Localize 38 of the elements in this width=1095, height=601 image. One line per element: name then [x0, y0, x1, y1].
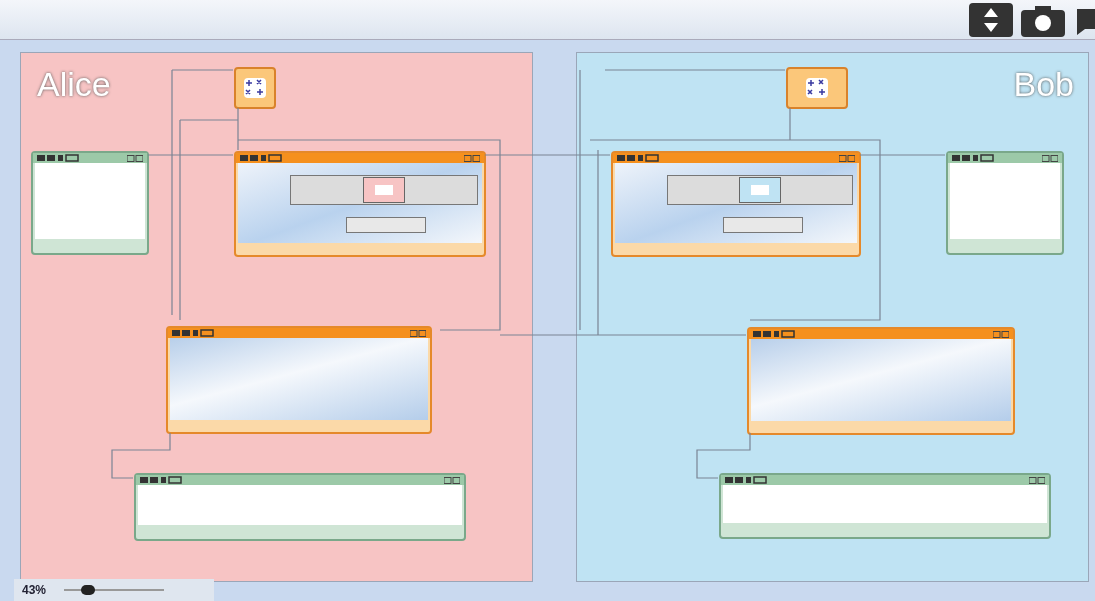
lane-title: Bob: [1013, 65, 1074, 103]
window-controls-icon[interactable]: [839, 154, 855, 162]
window-controls-icon[interactable]: [444, 476, 460, 484]
node-toolbar-icons[interactable]: [37, 154, 81, 162]
display-node[interactable]: [719, 473, 1051, 539]
window-controls-icon[interactable]: [1042, 154, 1058, 162]
zoom-level: 43%: [22, 582, 47, 599]
lane-title: Alice: [37, 65, 111, 103]
view-node[interactable]: [166, 326, 432, 434]
window-controls-icon[interactable]: [410, 329, 426, 337]
form-field[interactable]: [723, 217, 803, 233]
display-node[interactable]: [134, 473, 466, 541]
move-icon: [244, 78, 266, 98]
node-toolbar-icons[interactable]: [617, 154, 661, 162]
window-controls-icon[interactable]: [464, 154, 480, 162]
form-field[interactable]: [290, 175, 478, 205]
form-field[interactable]: [667, 175, 853, 205]
window-controls-icon[interactable]: [993, 330, 1009, 338]
node-toolbar-icons[interactable]: [952, 154, 996, 162]
node-toolbar-icons[interactable]: [725, 476, 769, 484]
form-node[interactable]: [611, 151, 861, 257]
form-field[interactable]: [346, 217, 426, 233]
form-button[interactable]: [363, 177, 405, 203]
display-node[interactable]: [946, 151, 1064, 255]
move-icon: [806, 78, 828, 98]
control-node[interactable]: [234, 67, 276, 109]
node-toolbar-icons[interactable]: [753, 330, 797, 338]
window-controls-icon[interactable]: [1029, 476, 1045, 484]
fit-view-icon[interactable]: [969, 2, 1013, 37]
node-toolbar-icons[interactable]: [240, 154, 284, 162]
form-node[interactable]: [234, 151, 486, 257]
control-node[interactable]: [786, 67, 848, 109]
display-node[interactable]: [31, 151, 149, 255]
view-node[interactable]: [747, 327, 1015, 435]
window-controls-icon[interactable]: [127, 154, 143, 162]
node-toolbar-icons[interactable]: [172, 329, 216, 337]
form-button[interactable]: [739, 177, 781, 203]
node-toolbar-icons[interactable]: [140, 476, 184, 484]
